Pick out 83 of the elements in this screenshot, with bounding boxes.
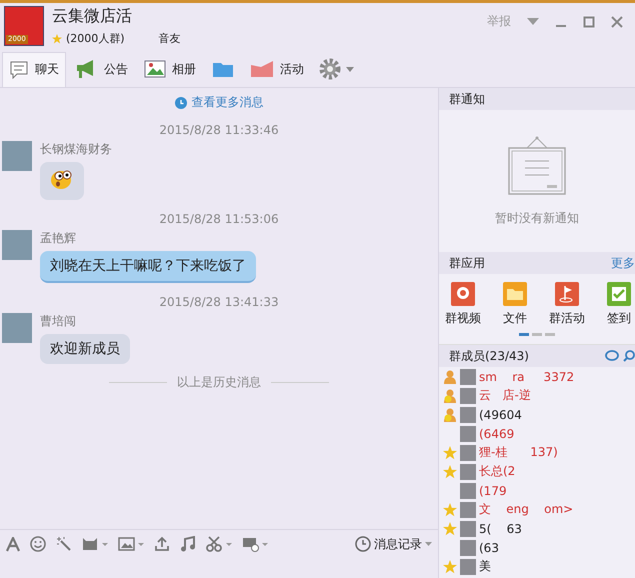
- screen-check-icon[interactable]: [242, 536, 268, 552]
- upload-icon[interactable]: [154, 536, 170, 552]
- picture-icon: [144, 60, 166, 78]
- member-name[interactable]: (63: [479, 540, 499, 554]
- app-shortcut[interactable]: 群活动: [549, 282, 585, 327]
- folder-icon: [212, 60, 234, 78]
- section-title: 群成员(23/43): [449, 348, 529, 364]
- history-note: 以上是历史消息: [177, 374, 261, 391]
- font-icon[interactable]: [6, 536, 20, 552]
- avatar-placeholder: [2, 230, 32, 260]
- group-title: 云集微店活: [52, 6, 133, 27]
- image-icon[interactable]: [118, 536, 144, 552]
- avatar-placeholder: [460, 558, 476, 574]
- message-bubble: 欢迎新成员: [40, 334, 130, 364]
- avatar-placeholder: [460, 388, 476, 404]
- avatar-placeholder: [2, 141, 32, 171]
- sender-name: 曹培闯: [40, 313, 76, 330]
- avatar-placeholder: [460, 368, 476, 384]
- person-badge-icon: [443, 388, 457, 402]
- star-icon: [443, 502, 457, 516]
- close-icon[interactable]: [611, 16, 623, 28]
- avatar-placeholder: [460, 520, 476, 536]
- dropdown-caret-icon[interactable]: [346, 66, 354, 72]
- emoji-icon: [50, 168, 74, 190]
- member-name[interactable]: sm ra 3372: [479, 370, 574, 384]
- avatar-placeholder: [460, 540, 476, 556]
- avatar-placeholder: [460, 426, 476, 442]
- member-name[interactable]: 狸-桂 137): [479, 444, 558, 461]
- member-name[interactable]: (6469: [479, 426, 514, 440]
- member-name[interactable]: (179: [479, 484, 507, 498]
- member-name[interactable]: (49604: [479, 408, 522, 422]
- member-name[interactable]: 文 eng om>: [479, 501, 574, 518]
- star-icon: [443, 464, 457, 478]
- chat-icon: [9, 60, 29, 78]
- music-note-icon[interactable]: [180, 536, 196, 552]
- maximize-icon[interactable]: [583, 16, 595, 28]
- star-icon: [443, 522, 457, 536]
- star-icon: [443, 446, 457, 460]
- person-icon: [443, 370, 457, 384]
- clock-icon: [355, 536, 371, 552]
- app-shortcut[interactable]: 群视频: [445, 282, 481, 327]
- avatar-placeholder: [2, 313, 32, 343]
- group-subtitle-tail: 音友: [158, 31, 181, 46]
- cat-icon[interactable]: [82, 536, 108, 552]
- empty-notice-text: 暂时没有新通知: [495, 210, 579, 226]
- star-icon: [52, 34, 62, 44]
- smiley-icon[interactable]: [30, 536, 46, 552]
- member-name[interactable]: 云 店-逆: [479, 387, 531, 404]
- person-badge-icon: [443, 408, 457, 422]
- group-subtitle: (2000人群): [66, 31, 125, 46]
- clock-icon: [174, 96, 186, 108]
- magic-wand-icon[interactable]: [56, 536, 72, 552]
- tab[interactable]: 相册: [138, 52, 202, 86]
- message-time: 2015/8/28 11:53:06: [158, 212, 280, 226]
- avatar-placeholder: [460, 502, 476, 518]
- settings-icon[interactable]: [318, 57, 342, 81]
- message-bubble: 刘晓在天上干嘛呢？下来吃饭了: [40, 251, 256, 283]
- notice-board-icon: [507, 136, 567, 196]
- message-time: 2015/8/28 11:33:46: [158, 123, 280, 137]
- caret-icon: [425, 542, 432, 546]
- scissors-icon[interactable]: [206, 536, 232, 552]
- member-name[interactable]: 美: [479, 558, 491, 575]
- avatar-placeholder: [460, 464, 476, 480]
- member-name[interactable]: 5( 63: [479, 522, 522, 536]
- avatar-placeholder: [460, 406, 476, 422]
- tab[interactable]: 聊天: [2, 52, 66, 86]
- sender-name: 长钢煤海财务: [40, 141, 112, 158]
- tab[interactable]: 公告: [70, 52, 134, 86]
- avatar-placeholder: [460, 444, 476, 460]
- section-header: 群通知: [439, 88, 635, 110]
- avatar-placeholder: [460, 482, 476, 498]
- section-title: 群应用: [449, 254, 485, 272]
- star-icon: [443, 560, 457, 574]
- member-name[interactable]: 长总(2: [479, 463, 516, 480]
- app-shortcut[interactable]: 签到: [607, 282, 631, 327]
- dropdown-caret-icon[interactable]: [527, 18, 539, 26]
- search-icon[interactable]: [623, 350, 635, 362]
- app-shortcut[interactable]: 文件: [503, 282, 527, 327]
- message-history-button[interactable]: 消息记录: [355, 536, 432, 552]
- tab[interactable]: 活动: [244, 52, 310, 86]
- message-time: 2015/8/28 13:41:33: [158, 295, 280, 309]
- sender-name: 孟艳辉: [40, 230, 76, 247]
- speech-bubble-icon[interactable]: [605, 350, 619, 362]
